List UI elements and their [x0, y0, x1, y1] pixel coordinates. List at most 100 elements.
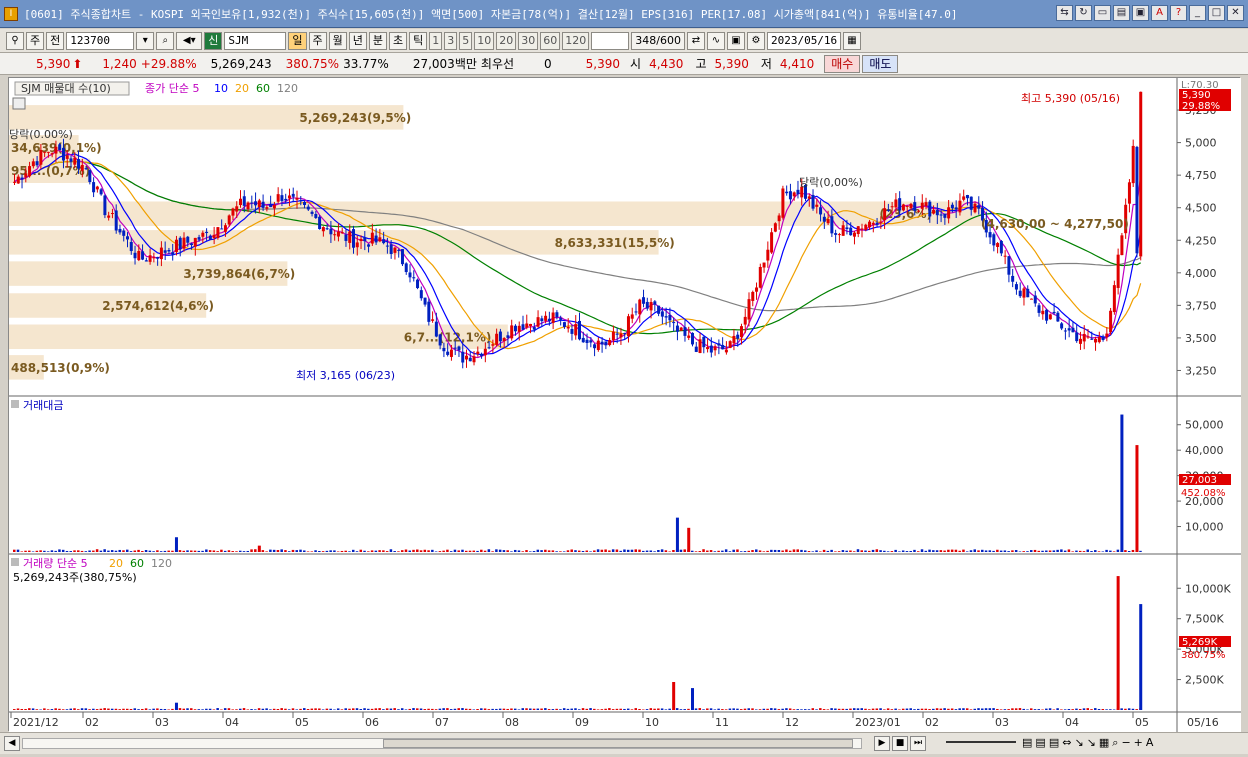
candle-body — [374, 235, 378, 243]
volume-bar — [544, 708, 547, 710]
layout2-icon[interactable]: ▤ — [1035, 736, 1045, 750]
window-title: [0601] 주식종합차트 - KOSPI 외국인보유[1,932(천)] 주식… — [24, 7, 958, 21]
save-icon[interactable]: ▣ — [726, 31, 745, 50]
candle-body — [566, 326, 570, 329]
layout-icon[interactable]: ▤ — [1022, 736, 1032, 750]
volume-bar — [472, 709, 476, 710]
arrow2-icon[interactable]: ↘ — [1087, 736, 1096, 750]
candle-body — [532, 327, 536, 330]
close-button[interactable]: ✕ — [1227, 5, 1244, 21]
count-3[interactable]: 3 — [444, 31, 458, 50]
period-day[interactable]: 일 — [288, 31, 307, 50]
help-icon[interactable]: ? — [1170, 5, 1187, 21]
amount-bar — [709, 550, 713, 552]
indicator-icon[interactable]: ∿ — [706, 31, 725, 50]
count-1[interactable]: 1 — [429, 31, 443, 50]
candle-body — [1101, 337, 1105, 341]
volume-bar — [852, 708, 856, 710]
scroll-left-icon[interactable]: ◀ — [4, 736, 20, 751]
amount-bar — [928, 549, 931, 552]
period-year[interactable]: 년 — [348, 31, 367, 50]
disk-icon[interactable]: ▣ — [1132, 5, 1149, 21]
play-icon[interactable]: ▶ — [874, 736, 890, 751]
period-second[interactable]: 초 — [389, 31, 408, 50]
plus-icon[interactable]: + — [1134, 736, 1143, 750]
grid-toggle-icon[interactable] — [12, 97, 26, 110]
amount-bar — [988, 550, 992, 552]
stop-icon[interactable]: ■ — [892, 736, 908, 751]
period-minute[interactable]: 분 — [368, 31, 387, 50]
chart-area[interactable]: 5,269,243(9,5%)34,639(0,1%)95,...(0,7%)(… — [8, 77, 1241, 732]
volume-spike — [1116, 576, 1120, 710]
period-tick[interactable]: 틱 — [409, 31, 428, 50]
candle-body — [13, 181, 16, 183]
candle-body — [344, 234, 348, 241]
settings-icon[interactable]: ⚙ — [746, 31, 765, 50]
chart-icon[interactable]: ▦ — [1099, 736, 1109, 750]
link-icon[interactable]: ⇆ — [1056, 5, 1073, 21]
custom-count-input[interactable] — [591, 31, 630, 50]
candle-body — [664, 316, 668, 318]
minimize-button[interactable]: _ — [1189, 5, 1206, 21]
scrollbar-thumb[interactable] — [383, 739, 853, 748]
volume-bar — [698, 708, 702, 710]
count-120[interactable]: 120 — [562, 31, 590, 50]
amount-bar — [901, 550, 905, 552]
date-input[interactable]: 2023/05/16 — [766, 31, 841, 50]
amount-bar — [1014, 550, 1018, 552]
amount-panel-icon[interactable] — [11, 400, 19, 408]
prev-button[interactable]: 전 — [46, 31, 65, 50]
count-5[interactable]: 5 — [459, 31, 473, 50]
dropdown-icon[interactable]: ▾ — [136, 31, 155, 50]
stock-chart[interactable]: 5,269,243(9,5%)34,639(0,1%)95,...(0,7%)(… — [9, 78, 1241, 732]
buy-button[interactable]: 매수 — [824, 54, 861, 73]
amount-bar — [849, 550, 852, 552]
refresh-icon[interactable]: ↻ — [1075, 5, 1092, 21]
search-icon[interactable]: ⌕ — [156, 31, 175, 50]
amount-bar — [939, 550, 943, 552]
candle-body — [849, 227, 853, 236]
amount-spike — [1135, 445, 1139, 552]
count-30[interactable]: 30 — [518, 31, 539, 50]
amount-bar — [1131, 549, 1135, 552]
count-10[interactable]: 10 — [474, 31, 495, 50]
layout3-icon[interactable]: ▤ — [1049, 736, 1059, 750]
market-select[interactable]: 주 — [26, 31, 45, 50]
count-60[interactable]: 60 — [540, 31, 561, 50]
minus-icon[interactable]: − — [1121, 736, 1130, 750]
volume-bar — [540, 708, 543, 710]
candle-body — [287, 195, 291, 199]
font-size-icon[interactable]: A — [1146, 736, 1154, 750]
fast-forward-icon[interactable]: ⏭ — [910, 736, 926, 751]
volume-bar — [1131, 708, 1135, 710]
zoom-slider[interactable] — [946, 741, 1016, 743]
volume-bar — [152, 708, 155, 710]
period-month[interactable]: 월 — [328, 31, 347, 50]
pin-icon[interactable]: ⚲ — [6, 31, 24, 50]
volume-panel-icon[interactable] — [11, 558, 19, 566]
volume-bar — [1007, 709, 1010, 710]
amount-bar — [792, 549, 796, 552]
speaker-icon[interactable]: ◀▾ — [176, 31, 203, 50]
candle-body — [239, 198, 242, 206]
volume-bar — [559, 709, 562, 710]
amount-bar — [190, 550, 193, 552]
font-icon[interactable]: A — [1151, 5, 1168, 21]
print-icon[interactable]: ▤ — [1113, 5, 1130, 21]
resize-icon[interactable]: ⇔ — [1062, 736, 1071, 750]
chart-type-icon[interactable]: ⇄ — [686, 31, 705, 50]
candle-body — [905, 205, 909, 207]
calendar-icon[interactable]: ▦ — [842, 31, 861, 50]
count-20[interactable]: 20 — [496, 31, 517, 50]
sell-button[interactable]: 매도 — [862, 54, 899, 73]
window-icon[interactable]: ▭ — [1094, 5, 1111, 21]
zoom-icon[interactable]: ⌕ — [1112, 736, 1118, 750]
candle-body — [1086, 336, 1090, 338]
ma5-legend: 종가 단순 5 — [145, 82, 199, 95]
arrow-icon[interactable]: ↘ — [1074, 736, 1083, 750]
period-week[interactable]: 주 — [308, 31, 327, 50]
scrollbar-track[interactable] — [22, 738, 862, 749]
stock-code-input[interactable]: 123700 — [66, 31, 135, 50]
volume-bar — [423, 709, 427, 710]
maximize-button[interactable]: □ — [1208, 5, 1225, 21]
